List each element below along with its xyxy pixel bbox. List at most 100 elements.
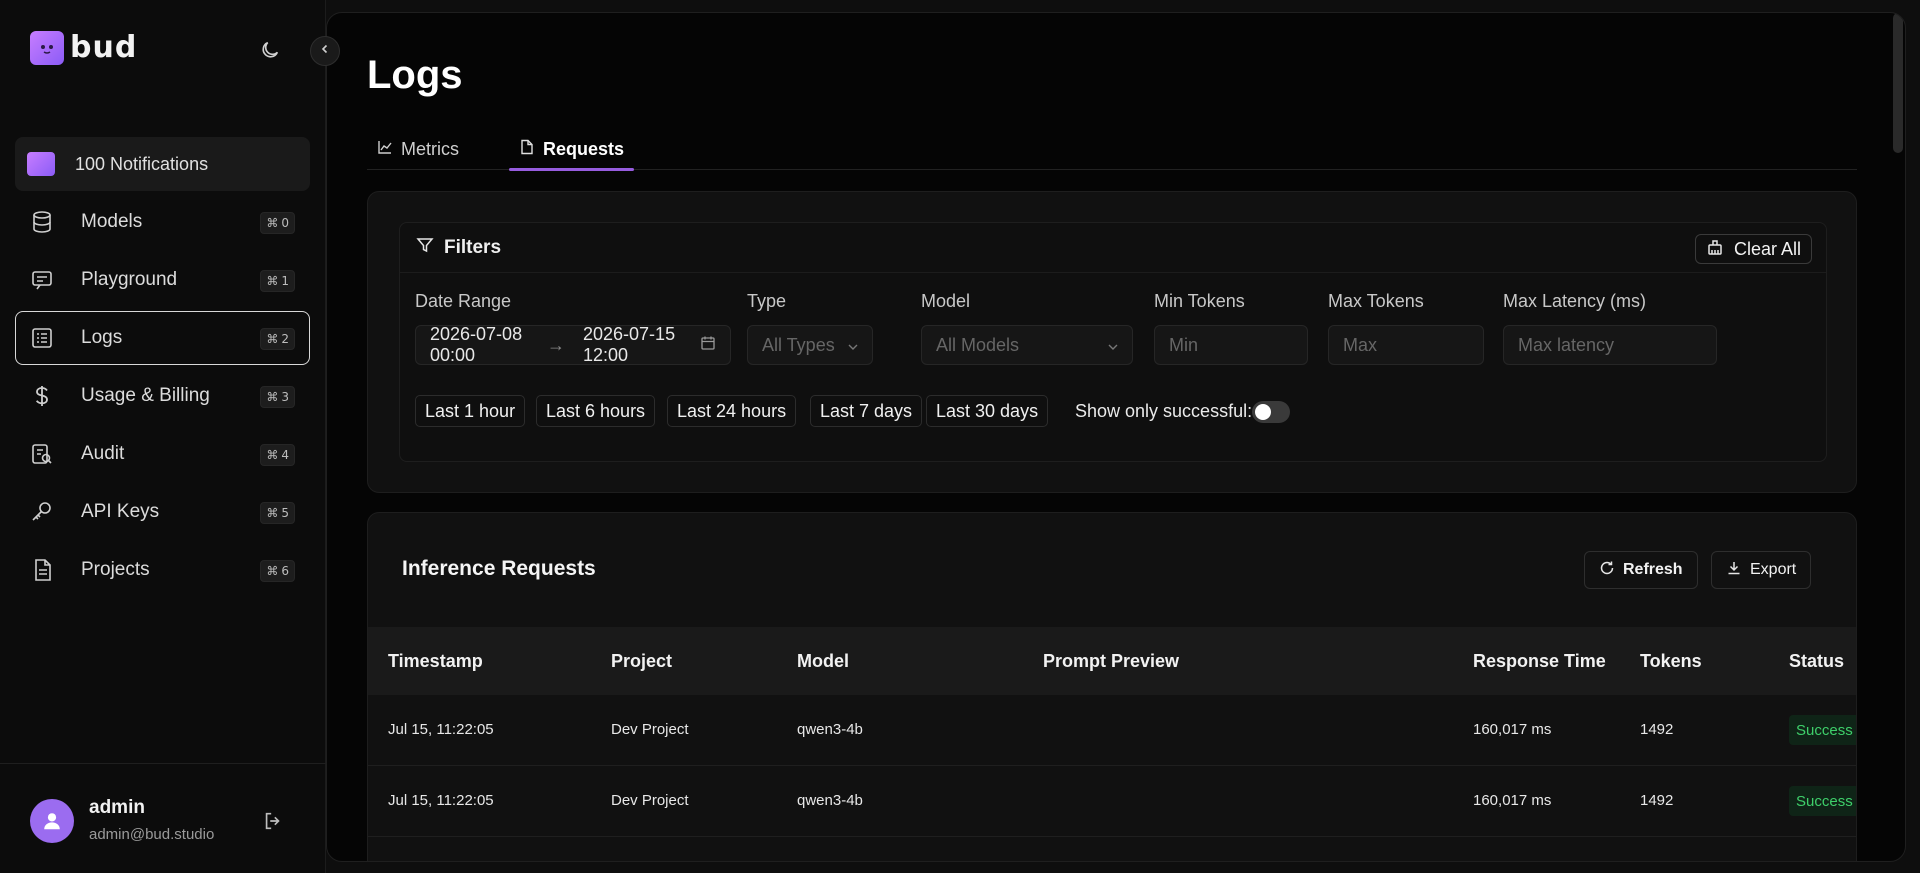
- cell-response-time: 160,017 ms: [1473, 721, 1552, 738]
- cell-timestamp: Jul 15, 11:22:05: [388, 792, 494, 809]
- column-header-status[interactable]: Status: [1789, 651, 1844, 672]
- arrow-right-icon: →: [547, 334, 565, 355]
- sidebar-item-label: Usage & Billing: [81, 385, 210, 406]
- moon-icon[interactable]: [256, 36, 284, 64]
- model-value: All Models: [936, 334, 1020, 355]
- document-icon: [29, 557, 55, 583]
- sidebar-item-label: Models: [81, 211, 143, 232]
- cell-tokens: 1492: [1640, 792, 1674, 809]
- database-icon: [29, 209, 55, 235]
- chevron-left-icon: [319, 42, 331, 60]
- refresh-button[interactable]: Refresh: [1584, 551, 1698, 589]
- shortcut-badge: ⌘ 0: [260, 212, 295, 234]
- filters-title: Filters: [444, 236, 502, 258]
- sidebar-item-projects[interactable]: Projects ⌘ 6: [15, 543, 310, 597]
- user-profile: admin admin@bud.studio: [0, 763, 326, 873]
- column-header-model[interactable]: Model: [797, 651, 849, 672]
- brand-logo[interactable]: bud: [30, 30, 137, 65]
- date-range-picker[interactable]: 2026-07-08 00:00 → 2026-07-15 12:00: [415, 324, 731, 365]
- status-badge: Success: [1789, 786, 1856, 816]
- refresh-icon: [1599, 560, 1615, 581]
- max-latency-placeholder: Max latency: [1518, 334, 1615, 355]
- min-tokens-placeholder: Min: [1169, 334, 1199, 355]
- success-toggle[interactable]: [1252, 401, 1290, 423]
- table-row[interactable]: Jul 15, 11:22:05 Dev Project qwen3-4b 16…: [368, 695, 1856, 766]
- table-row[interactable]: Jul 15, 11:22:05 Dev Project qwen3-4b 16…: [368, 766, 1856, 837]
- sidebar-item-usage-billing[interactable]: Usage & Billing ⌘ 3: [15, 369, 310, 423]
- collapse-sidebar-button[interactable]: [310, 36, 340, 66]
- quick-range-6h[interactable]: Last 6 hours: [536, 395, 656, 427]
- notifications-label: 100 Notifications: [75, 153, 209, 174]
- bell-mascot-icon: [27, 152, 55, 176]
- type-value: All Types: [762, 334, 835, 355]
- success-toggle-label: Show only successful:: [1075, 401, 1253, 421]
- max-tokens-label: Max Tokens: [1328, 291, 1424, 311]
- column-header-response-time[interactable]: Response Time: [1473, 651, 1606, 672]
- sidebar-item-logs[interactable]: Logs ⌘ 2: [15, 311, 310, 365]
- min-tokens-input[interactable]: Min: [1154, 325, 1308, 365]
- shortcut-badge: ⌘ 6: [260, 560, 295, 582]
- type-select[interactable]: All Types: [747, 325, 873, 365]
- page-title: Logs: [367, 53, 463, 97]
- chevron-down-icon: [1106, 338, 1120, 359]
- quick-range-30d[interactable]: Last 30 days: [926, 395, 1049, 427]
- sidebar-item-label: Projects: [81, 559, 150, 580]
- max-tokens-placeholder: Max: [1343, 334, 1378, 355]
- cell-model: qwen3-4b: [797, 792, 863, 809]
- chevron-down-icon: [846, 338, 860, 359]
- column-header-tokens[interactable]: Tokens: [1640, 651, 1702, 672]
- playground-icon: [29, 267, 55, 293]
- status-badge: Success: [1789, 715, 1856, 745]
- user-name: admin: [89, 797, 145, 818]
- max-tokens-input[interactable]: Max: [1328, 325, 1484, 365]
- avatar[interactable]: [30, 799, 74, 843]
- tab-bar: Metrics Requests: [367, 128, 1857, 171]
- sidebar-item-models[interactable]: Models ⌘ 0: [15, 195, 310, 249]
- sidebar-item-api-keys[interactable]: API Keys ⌘ 5: [15, 485, 310, 539]
- tab-label: Requests: [543, 138, 625, 159]
- audit-icon: [29, 441, 55, 467]
- table-header: Timestamp Project Model Prompt Preview R…: [368, 627, 1856, 695]
- column-header-prompt-preview[interactable]: Prompt Preview: [1043, 651, 1179, 672]
- tab-metrics[interactable]: Metrics: [367, 128, 469, 170]
- scrollbar[interactable]: [1893, 13, 1903, 153]
- sidebar: bud 100 Notifications Models ⌘ 0 Playgrou…: [0, 0, 326, 873]
- filters-panel: Filters Clear All Date Range 2026-07-08 …: [399, 222, 1827, 462]
- calendar-icon: [700, 335, 716, 356]
- type-label: Type: [747, 291, 787, 311]
- logout-icon[interactable]: [260, 808, 286, 834]
- cell-model: qwen3-4b: [797, 721, 863, 738]
- min-tokens-label: Min Tokens: [1154, 291, 1245, 311]
- sidebar-item-audit[interactable]: Audit ⌘ 4: [15, 427, 310, 481]
- date-end: 2026-07-15 12:00: [583, 324, 676, 365]
- sidebar-item-label: Audit: [81, 443, 125, 464]
- user-email: admin@bud.studio: [89, 826, 215, 843]
- sidebar-nav: 100 Notifications Models ⌘ 0 Playground ⌘…: [15, 137, 310, 601]
- sidebar-item-playground[interactable]: Playground ⌘ 1: [15, 253, 310, 307]
- filter-icon: [416, 236, 434, 259]
- sidebar-item-label: API Keys: [81, 501, 160, 522]
- export-button[interactable]: Export: [1711, 551, 1812, 589]
- sidebar-item-label: Logs: [81, 327, 123, 348]
- max-latency-input[interactable]: Max latency: [1503, 325, 1717, 365]
- model-select[interactable]: All Models: [921, 325, 1133, 365]
- broom-icon: [1706, 238, 1724, 261]
- tab-requests[interactable]: Requests: [509, 128, 635, 171]
- column-header-timestamp[interactable]: Timestamp: [388, 651, 483, 672]
- shortcut-badge: ⌘ 1: [260, 270, 295, 292]
- main-content: Logs Metrics Requests Filters Clear All …: [326, 12, 1906, 862]
- refresh-label: Refresh: [1623, 561, 1683, 578]
- model-label: Model: [921, 291, 971, 311]
- clear-all-label: Clear All: [1733, 238, 1801, 259]
- quick-range-24h[interactable]: Last 24 hours: [667, 395, 797, 427]
- requests-card: Inference Requests Refresh Export Timest…: [367, 512, 1857, 861]
- quick-range-7d[interactable]: Last 7 days: [810, 395, 923, 427]
- max-latency-label: Max Latency (ms): [1503, 291, 1647, 311]
- clear-all-button[interactable]: Clear All: [1694, 234, 1812, 264]
- quick-range-1h[interactable]: Last 1 hour: [415, 395, 526, 427]
- cell-response-time: 160,017 ms: [1473, 792, 1552, 809]
- logs-icon: [29, 325, 55, 351]
- notifications-item[interactable]: 100 Notifications: [15, 137, 310, 191]
- column-header-project[interactable]: Project: [611, 651, 672, 672]
- filters-header: Filters: [400, 223, 1826, 273]
